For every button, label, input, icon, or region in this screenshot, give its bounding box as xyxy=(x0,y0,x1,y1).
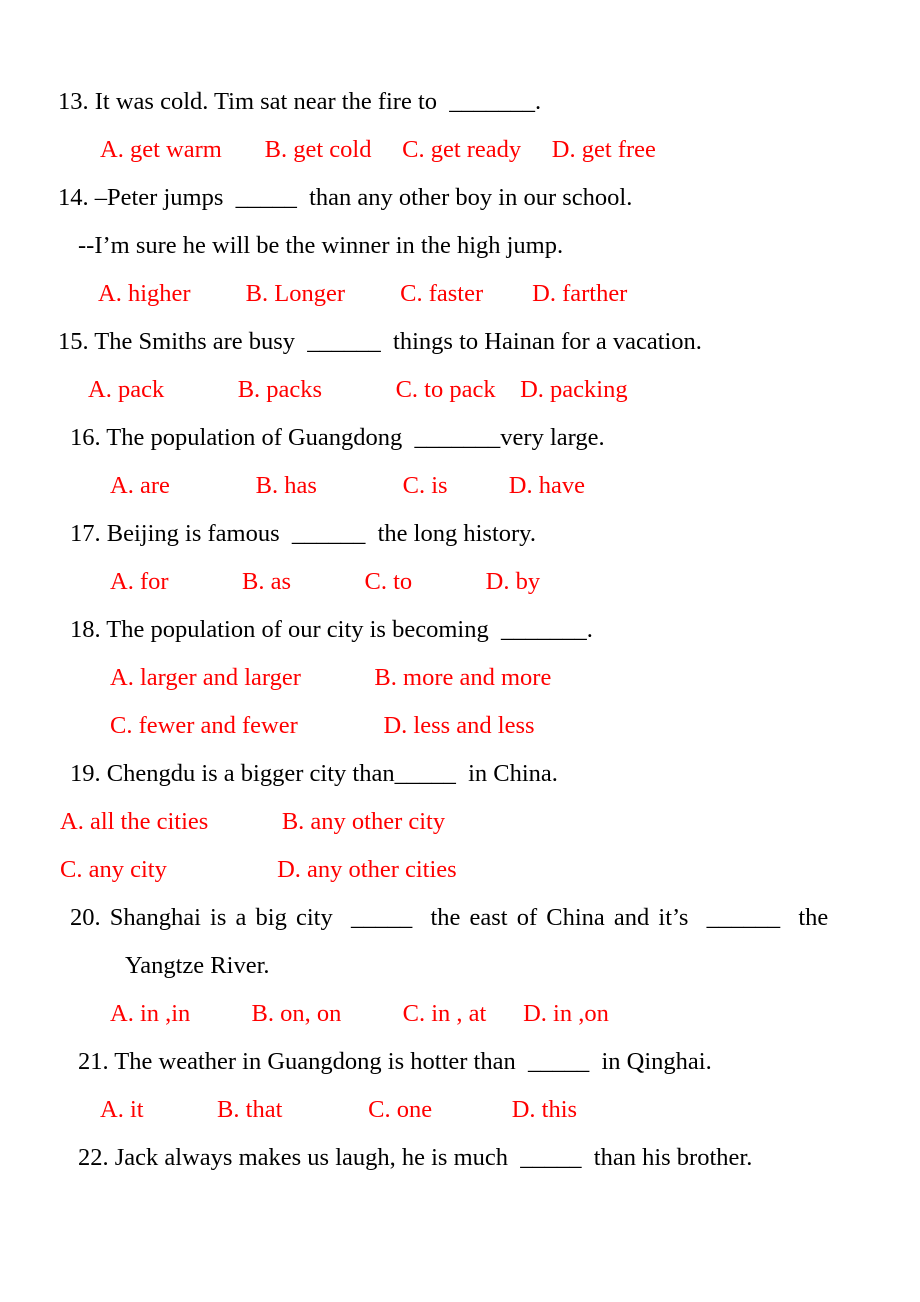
question-14: 14. –Peter jumps _____ than any other bo… xyxy=(0,174,920,318)
question-15-blank: ______ xyxy=(307,328,381,355)
question-21: 21. The weather in Guangdong is hotter t… xyxy=(0,1038,920,1134)
question-15-stem: 15. The Smiths are busy ______ things to… xyxy=(0,318,920,366)
question-15-text-after: things to Hainan for a vacation. xyxy=(380,328,702,355)
question-21-number: 21. xyxy=(78,1048,109,1075)
question-14-options[interactable]: A. higher B. Longer C. faster D. farther xyxy=(0,270,920,318)
question-19-stem: 19. Chengdu is a bigger city than_____ i… xyxy=(0,750,920,798)
question-20-text-after: the east of China and it’s xyxy=(412,904,707,931)
question-22-stem: 22. Jack always makes us laugh, he is mu… xyxy=(0,1134,920,1182)
question-17-number: 17. xyxy=(70,520,101,547)
question-17-blank: ______ xyxy=(291,520,366,547)
question-22-number: 22. xyxy=(78,1144,109,1171)
worksheet-page: 13. It was cold. Tim sat near the fire t… xyxy=(0,0,920,1302)
question-18-blank: _______ xyxy=(500,616,587,643)
question-21-text-before: The weather in Guangdong is hotter than xyxy=(108,1048,528,1075)
question-16-number: 16. xyxy=(70,424,101,451)
question-19-options-row-1[interactable]: A. all the cities B. any other city xyxy=(0,798,920,846)
question-14-text-after: than any other boy in our school. xyxy=(296,184,633,211)
question-13-text-after: . xyxy=(535,88,542,115)
question-20-blank-1: _____ xyxy=(350,904,413,931)
question-19-text-before: Chengdu is a bigger city than xyxy=(100,760,395,787)
question-20-blank-2: ______ xyxy=(706,904,781,931)
question-14-stem: 14. –Peter jumps _____ than any other bo… xyxy=(0,174,920,222)
question-13: 13. It was cold. Tim sat near the fire t… xyxy=(0,78,920,174)
question-17-options[interactable]: A. for B. as C. to D. by xyxy=(0,558,920,606)
question-15-number: 15. xyxy=(58,328,89,355)
question-20-continuation: Yangtze River. xyxy=(125,952,270,979)
question-17-text-after: the long history. xyxy=(365,520,536,547)
question-20-text-before: Shanghai is a big city xyxy=(100,904,351,931)
question-18-number: 18. xyxy=(70,616,101,643)
question-13-number: 13. xyxy=(58,88,89,115)
question-20-number: 20. xyxy=(70,904,101,931)
question-21-text-after: in Qinghai. xyxy=(589,1048,712,1075)
question-19: 19. Chengdu is a bigger city than_____ i… xyxy=(0,750,920,894)
question-18-options-row-2[interactable]: C. fewer and fewer D. less and less xyxy=(0,702,920,750)
question-20-text-after-2: the xyxy=(780,904,829,931)
question-18-text-before: The population of our city is becoming xyxy=(100,616,501,643)
question-15: 15. The Smiths are busy ______ things to… xyxy=(0,318,920,414)
question-14-blank: _____ xyxy=(235,184,297,211)
question-22-text-after: than his brother. xyxy=(581,1144,753,1171)
question-13-blank: _______ xyxy=(449,88,536,115)
question-20-stem: 20. Shanghai is a big city _____ the eas… xyxy=(0,894,920,942)
question-20: 20. Shanghai is a big city _____ the eas… xyxy=(0,894,920,1038)
question-15-text-before: The Smiths are busy xyxy=(88,328,308,355)
question-21-options[interactable]: A. it B. that C. one D. this xyxy=(0,1086,920,1134)
question-13-options[interactable]: A. get warm B. get cold C. get ready D. … xyxy=(0,126,920,174)
question-20-options[interactable]: A. in ,in B. on, on C. in , at D. in ,on xyxy=(0,990,920,1038)
question-22: 22. Jack always makes us laugh, he is mu… xyxy=(0,1134,920,1182)
question-17: 17. Beijing is famous ______ the long hi… xyxy=(0,510,920,606)
question-19-options-row-2[interactable]: C. any city D. any other cities xyxy=(0,846,920,894)
question-13-stem: 13. It was cold. Tim sat near the fire t… xyxy=(0,78,920,126)
question-17-stem: 17. Beijing is famous ______ the long hi… xyxy=(0,510,920,558)
question-21-blank: _____ xyxy=(527,1048,590,1075)
question-18-stem: 18. The population of our city is becomi… xyxy=(0,606,920,654)
question-22-text-before: Jack always makes us laugh, he is much xyxy=(108,1144,521,1171)
question-14-text-before: –Peter jumps xyxy=(88,184,236,211)
question-16-stem: 16. The population of Guangdong _______v… xyxy=(0,414,920,462)
questions-container: 13. It was cold. Tim sat near the fire t… xyxy=(0,0,920,1182)
question-14-continuation: --I’m sure he will be the winner in the … xyxy=(78,232,564,259)
question-19-number: 19. xyxy=(70,760,101,787)
question-21-stem: 21. The weather in Guangdong is hotter t… xyxy=(0,1038,920,1086)
question-14-number: 14. xyxy=(58,184,89,211)
question-19-blank: _____ xyxy=(394,760,456,787)
question-16-blank: _______ xyxy=(414,424,501,451)
question-16-text-before: The population of Guangdong xyxy=(100,424,415,451)
question-13-text-before: It was cold. Tim sat near the fire to xyxy=(88,88,450,115)
question-17-text-before: Beijing is famous xyxy=(100,520,292,547)
question-18-text-after: . xyxy=(586,616,593,643)
question-15-options[interactable]: A. pack B. packs C. to pack D. packing xyxy=(0,366,920,414)
question-19-text-after: in China. xyxy=(455,760,558,787)
question-16-text-after: very large. xyxy=(500,424,605,451)
question-18-options-row-1[interactable]: A. larger and larger B. more and more xyxy=(0,654,920,702)
question-18: 18. The population of our city is becomi… xyxy=(0,606,920,750)
question-16: 16. The population of Guangdong _______v… xyxy=(0,414,920,510)
question-16-options[interactable]: A. are B. has C. is D. have xyxy=(0,462,920,510)
question-22-blank: _____ xyxy=(520,1144,582,1171)
